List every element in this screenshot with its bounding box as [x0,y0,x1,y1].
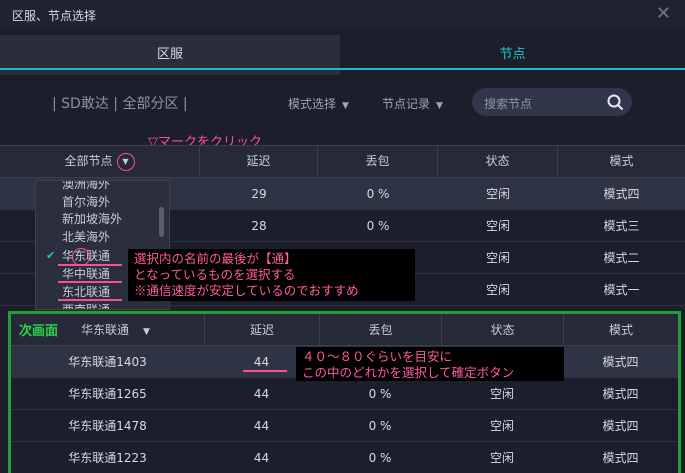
latency-cell: 44 [253,451,270,465]
node-filter-label: 华东联通 [81,323,130,337]
loss-cell: 0 % [368,419,392,433]
status-cell: 空闲 [489,387,514,401]
node-record-label: 节点记录 [382,97,431,111]
dropdown-item[interactable]: 西南联通 [36,301,156,309]
check-icon: ✔ [46,249,56,262]
table-row[interactable]: 华东联通1265 44 0 % 空闲 模式四 [11,378,678,410]
close-icon[interactable]: ✕ [656,3,671,24]
node-name-cell: 华东联通1223 [68,451,147,465]
mode-cell: 模式四 [602,419,639,433]
dropdown-note-callout: 選択内の名前の最後が【通】 となっているものを選択する ※通信速度が安定している… [128,249,415,301]
tab-underline [0,68,685,70]
annotation-underline [58,281,122,283]
node-record-dropdown[interactable]: 节点记录 ▼ [382,95,443,112]
dropdown-scrollbar[interactable] [159,207,164,237]
next-screen-panel: 次画面 华东联通 ▼ 延迟 丢包 状态 模式 华东联通1403 44 空闲 模式四… [8,311,681,473]
next-table-header: 次画面 华东联通 ▼ 延迟 丢包 状态 模式 [11,314,678,346]
chevron-down-icon: ▼ [342,101,349,111]
header-mode: 模式 [563,314,678,346]
search-placeholder: 搜索节点 [484,97,533,111]
table-header: 全部节点 ▼ 延迟 丢包 状态 模式 [0,145,685,178]
dropdown-item[interactable]: 首尔海外 [36,193,156,211]
latency-cell: 29 [251,187,267,201]
window-title: 区服、节点选择 [12,9,97,23]
mode-cell: 模式四 [602,387,639,401]
status-cell: 空闲 [485,187,510,201]
chevron-down-icon: ▼ [436,101,443,111]
mode-cell: 模式二 [603,251,640,265]
mode-cell: 模式四 [602,451,639,465]
header-status: 状态 [441,314,563,346]
mode-cell: 模式三 [603,219,640,233]
tab-bar: 区服 节点 [0,35,685,75]
annotation-underline [58,264,122,266]
mode-cell: 模式四 [603,187,640,201]
dropdown-item[interactable]: 新加坡海外 [36,210,156,228]
mode-cell: 模式四 [602,355,639,369]
node-name-cell: 华东联通1403 [68,355,147,369]
latency-note-callout: ４０～８０ぐらいを目安に この中のどれかを選択して確定ボタン [296,347,564,381]
callout-line: 選択内の名前の最後が【通】 [134,251,297,266]
filter-bar: | SD敢达 | 全部分区 | 模式选择 ▼ 节点记录 ▼ 搜索节点 [0,85,685,119]
dropdown-triangle-icon[interactable]: ▼ [116,152,135,171]
status-cell: 空闲 [485,251,510,265]
header-loss: 丢包 [319,314,441,346]
node-name-cell: 华东联通1478 [68,419,147,433]
header-mode: 模式 [609,154,634,168]
node-filter-dropdown[interactable]: 华东联通 ▼ [81,321,150,338]
callout-line: ４０～８０ぐらいを目安に [302,349,453,364]
status-cell: 空闲 [485,219,510,233]
loss-cell: 0 % [368,387,392,401]
loss-cell: 0 % [366,187,390,201]
status-cell: 空闲 [489,419,514,433]
status-cell: 空闲 [489,451,514,465]
table-row[interactable]: 华东联通1223 44 0 % 空闲 模式四 [11,442,678,473]
server-tag: | SD敢达 | 全部分区 | [52,96,188,112]
annotation-circle [72,248,90,266]
header-all-nodes-label: 全部节点 [64,154,113,168]
status-cell: 空闲 [485,283,510,297]
callout-line: ※通信速度が安定しているのでおすすめ [134,283,359,298]
header-all-nodes[interactable]: 全部节点 ▼ [0,146,200,177]
search-input[interactable]: 搜索节点 [472,88,632,116]
mode-select-label: 模式选择 [288,97,337,111]
mode-select-dropdown[interactable]: 模式选择 ▼ [288,95,349,112]
callout-line: となっているものを選択する [134,267,296,282]
dropdown-item[interactable]: 北美海外 [36,228,156,246]
dropdown-item[interactable]: 澳洲海外 [36,181,156,193]
latency-cell: 44 [253,387,270,401]
next-screen-label: 次画面 [19,324,59,339]
annotation-underline [58,299,122,301]
header-latency: 延迟 [200,146,318,177]
loss-cell: 0 % [368,451,392,465]
header-status: 状态 [438,146,558,177]
header-loss: 丢包 [318,146,438,177]
loss-cell: 0 % [366,219,390,233]
search-icon[interactable] [606,93,624,111]
callout-line: この中のどれかを選択して確定ボタン [302,365,515,380]
latency-cell: 44 [253,419,270,433]
node-name-cell: 华东联通1265 [68,387,147,401]
latency-cell: 28 [251,219,267,233]
title-bar: 区服、节点选择 ✕ [0,0,685,30]
table-row[interactable]: 华东联通1478 44 0 % 空闲 模式四 [11,410,678,442]
annotation-underline [243,370,287,372]
chevron-down-icon: ▼ [143,327,150,337]
header-latency: 延迟 [204,314,319,346]
mode-cell: 模式一 [603,283,640,297]
